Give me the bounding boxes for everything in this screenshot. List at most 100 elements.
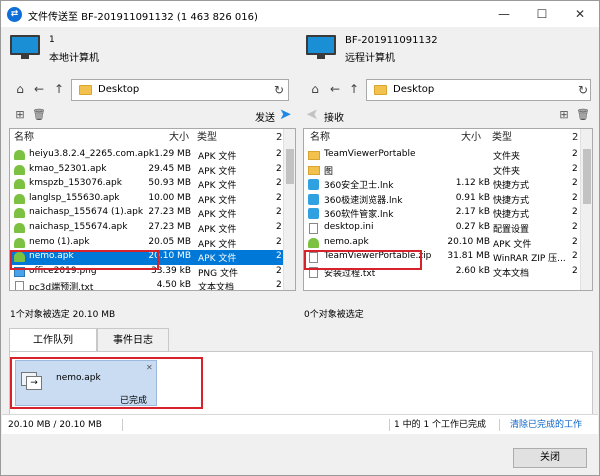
cell-name: 360极速浏览器.lnk (324, 195, 403, 206)
tab-work-queue[interactable]: 工作队列 (9, 328, 97, 352)
cell-name: TeamViewerPortable (324, 149, 416, 159)
table-row[interactable]: naichasp_155674.apk 27.23 MB APK 文件 2 (10, 221, 295, 236)
cell-type: APK 文件 (198, 166, 237, 177)
cell-type: APK 文件 (198, 195, 237, 206)
new-folder-icon[interactable]: ⊞ (13, 108, 27, 122)
remote-computer-id: BF-201911091132 (345, 35, 438, 46)
status-divider (122, 419, 123, 431)
send-arrow-icon[interactable]: ➤ (279, 105, 292, 123)
local-col-type[interactable]: 类型 (197, 129, 217, 147)
remote-home-icon[interactable]: ⌂ (308, 81, 322, 97)
table-row[interactable]: desktop.ini 0.27 kB 配置设置 2 (304, 221, 592, 236)
local-refresh-icon[interactable]: ↻ (272, 82, 286, 98)
remote-folder-icon (374, 85, 387, 95)
cell-size: 29.45 MB (148, 163, 191, 174)
cell-size: 27.23 MB (148, 222, 191, 232)
remote-new-folder-icon[interactable]: ⊞ (557, 108, 571, 122)
local-computer-icon (10, 35, 40, 59)
cell-name: desktop.ini (324, 222, 374, 232)
close-button[interactable]: 关闭 (513, 448, 587, 468)
up-arrow-icon[interactable]: ↑ (52, 81, 66, 97)
cell-type: APK 文件 (198, 210, 237, 221)
remote-col-type[interactable]: 类型 (492, 129, 512, 147)
table-row[interactable]: nemo.apk 20.10 MB APK 文件 2 (304, 236, 592, 251)
table-row[interactable]: langlsp_155630.apk 10.00 MB APK 文件 2 (10, 192, 295, 207)
remote-up-arrow-icon[interactable]: ↑ (347, 81, 361, 97)
status-divider (389, 419, 390, 431)
local-col-more[interactable]: 2 (276, 129, 282, 147)
cell-type: APK 文件 (198, 181, 237, 192)
cell-type: 快捷方式 (493, 181, 530, 192)
table-row[interactable]: 360极速浏览器.lnk 0.91 kB 快捷方式 2 (304, 192, 592, 207)
local-path-text: Desktop (98, 84, 140, 95)
remote-col-more[interactable]: 2 (572, 129, 578, 147)
cell-size: 27.23 MB (148, 207, 191, 218)
close-window-button[interactable]: ✕ (561, 1, 599, 27)
remote-scroll-thumb[interactable] (583, 149, 591, 204)
apk-file-icon (14, 208, 25, 219)
cell-name: kmspzb_153076.apk (29, 178, 122, 189)
remote-col-name[interactable]: 名称 (310, 129, 330, 147)
status-bar: 20.10 MB / 20.10 MB 1 中的 1 个工作已完成 清除已完成的… (2, 414, 598, 434)
local-scrollbar[interactable] (283, 129, 295, 290)
remote-scrollbar[interactable] (580, 129, 592, 290)
cell-type: APK 文件 (198, 225, 237, 235)
clear-completed-link[interactable]: 清除已完成的工作 (510, 415, 582, 435)
cell-size: 2.17 kB (455, 207, 490, 218)
local-col-name[interactable]: 名称 (14, 129, 34, 147)
status-divider (499, 419, 500, 431)
cell-type: APK 文件 (198, 254, 237, 265)
remote-delete-icon[interactable]: 🗑 (576, 108, 590, 122)
cell-type: 快捷方式 (493, 210, 530, 221)
document-icon (309, 223, 318, 234)
apk-file-icon (14, 237, 25, 248)
tab-event-log[interactable]: 事件日志 (97, 328, 169, 352)
apk-file-icon (14, 179, 25, 190)
cell-type: 文件夹 (493, 166, 521, 177)
remote-back-arrow-icon[interactable]: ← (328, 81, 342, 97)
table-row[interactable]: TeamViewerPortable 文件夹 2 (304, 148, 592, 163)
transfer-progress-text: 20.10 MB / 20.10 MB (8, 420, 102, 430)
job-summary-text: 1 中的 1 个工作已完成 (394, 420, 487, 430)
local-path-field[interactable]: Desktop (71, 79, 289, 101)
cell-type: 配置设置 (493, 225, 530, 235)
cell-type: APK 文件 (493, 239, 532, 250)
home-icon[interactable]: ⌂ (13, 81, 27, 97)
receive-arrow-icon[interactable]: ➤ (306, 105, 319, 123)
table-row[interactable]: heiyu3.8.2.4_2265.com.apk 1.29 MB APK 文件 2 (10, 148, 295, 163)
remote-computer-icon (306, 35, 336, 59)
remote-col-size[interactable]: 大小 (461, 129, 481, 147)
table-row[interactable]: kmao_52301.apk 29.45 MB APK 文件 2 (10, 163, 295, 178)
maximize-button[interactable]: ☐ (523, 1, 561, 27)
cell-type: PNG 文件 (198, 268, 238, 279)
table-row[interactable]: 图文件夹 2 (304, 163, 592, 178)
table-row[interactable]: pc3d端预测.txt 4.50 kB 文本文档 2 (10, 279, 295, 290)
title-bar: ⇄ 文件传送至 BF-201911091132 (1 463 826 016) … (1, 1, 599, 27)
cell-name: langlsp_155630.apk (29, 192, 120, 203)
cell-size: 1.12 kB (455, 178, 490, 189)
cell-type: APK 文件 (198, 239, 237, 250)
folder-icon (79, 85, 92, 95)
table-row[interactable]: kmspzb_153076.apk 50.93 MB APK 文件 2 (10, 177, 295, 192)
apk-file-icon (14, 164, 25, 175)
delete-icon[interactable]: 🗑 (32, 108, 46, 122)
back-arrow-icon[interactable]: ← (32, 81, 46, 97)
receive-label[interactable]: 接收 (324, 109, 344, 124)
remote-path-field[interactable]: Desktop (366, 79, 591, 101)
table-row[interactable]: naichasp_155674 (1).apk 27.23 MB APK 文件 2 (10, 206, 295, 221)
cell-size: 0.27 kB (455, 222, 490, 232)
table-row[interactable]: 360安全卫士.lnk 1.12 kB 快捷方式 2 (304, 177, 592, 192)
minimize-button[interactable]: — (485, 1, 523, 27)
cell-type: WinRAR ZIP 压... (493, 254, 566, 265)
send-label[interactable]: 发送 (255, 109, 275, 124)
cell-type: 文本文档 (493, 268, 530, 279)
local-col-size[interactable]: 大小 (169, 129, 189, 147)
folder-icon (308, 151, 320, 160)
apk-file-icon (308, 237, 319, 248)
cell-size: 20.10 MB (447, 236, 490, 247)
table-row[interactable]: nemo (1).apk 20.05 MB APK 文件 2 (10, 236, 295, 251)
local-scroll-thumb[interactable] (286, 149, 294, 184)
cell-size: 2.60 kB (455, 265, 490, 276)
table-row[interactable]: 360软件管家.lnk 2.17 kB 快捷方式 2 (304, 206, 592, 221)
remote-refresh-icon[interactable]: ↻ (576, 82, 590, 98)
